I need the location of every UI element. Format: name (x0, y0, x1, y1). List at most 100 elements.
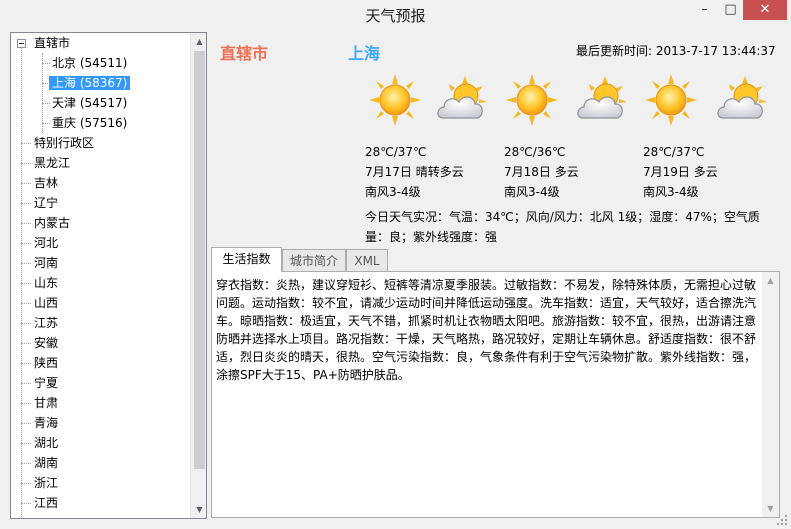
forecast-temp: 28℃/36℃ (504, 145, 566, 159)
tree-node-city[interactable]: 重庆 (57516) (49, 113, 130, 133)
tree-node-label: 天津 (54517) (52, 96, 128, 110)
tree-node-label: 青海 (34, 416, 59, 430)
tree-node-label: 安徽 (34, 336, 59, 350)
tab-city-intro[interactable]: 城市简介 (282, 249, 346, 271)
update-time: 最后更新时间: 2013-7-17 13:44:37 (576, 44, 776, 58)
tree-node-city[interactable]: 北京 (54511) (49, 53, 130, 73)
maximize-icon: □ (724, 2, 737, 17)
forecast-wind: 南风3-4级 (643, 185, 699, 199)
tree-node-province[interactable]: 辽宁 (31, 193, 61, 213)
forecast-temp: 28℃/37℃ (643, 145, 705, 159)
tree-node-province[interactable]: 陕西 (31, 353, 61, 373)
tree-node-province[interactable]: 江苏 (31, 313, 61, 333)
minimize-button[interactable]: – (691, 0, 718, 20)
tree-node-label: 湖南 (34, 456, 59, 470)
tree-node-label: 江西 (34, 496, 59, 510)
tree-node-province[interactable]: 河北 (31, 233, 61, 253)
tree-node-label: 重庆 (57516) (52, 116, 128, 130)
tree-node-label: 甘肃 (34, 396, 59, 410)
tree-node-label: 吉林 (34, 176, 59, 190)
close-icon: ✕ (759, 2, 771, 17)
tree-node-label: 黑龙江 (34, 156, 71, 170)
tree-line (21, 323, 31, 324)
forecast-day: 28℃/37℃ 7月19日 多云 南风3-4级 (643, 142, 718, 202)
tree-node-label: 浙江 (34, 476, 59, 490)
tree-node-province[interactable]: 黑龙江 (31, 153, 73, 173)
tree-line (21, 303, 31, 304)
life-index-text: 穿衣指数：炎热，建议穿短衫、短裤等清凉夏季服装。过敏指数：不易发，除特殊体质，无… (216, 278, 757, 382)
tree-line (21, 47, 22, 517)
tree-node-province[interactable]: 江西 (31, 493, 61, 513)
tree-node-label: 河北 (34, 236, 59, 250)
tree-node-province[interactable]: 湖北 (31, 433, 61, 453)
scroll-up-icon[interactable]: ▲ (762, 272, 779, 289)
close-button[interactable]: ✕ (743, 0, 787, 20)
tree-node-label: 直辖市 (34, 36, 71, 50)
tree-node-label: 山东 (34, 276, 59, 290)
cloudy-icon (573, 72, 629, 128)
tree-node-province[interactable]: 吉林 (31, 173, 61, 193)
tree-node-province[interactable]: 特别行政区 (31, 133, 97, 153)
tree-node-province[interactable]: 内蒙古 (31, 213, 73, 233)
region-tree[interactable]: 直辖市 北京 (54511) 上海 (58367) 天津 (54517) 重庆 (57… (10, 32, 207, 519)
tree-line (21, 163, 31, 164)
tree-line (21, 183, 31, 184)
tree-node-label: 特别行政区 (34, 136, 95, 150)
tree-node-province[interactable]: 宁夏 (31, 373, 61, 393)
tree-line (21, 263, 31, 264)
tree-line (21, 403, 31, 404)
region-title: 直辖市 (220, 44, 269, 63)
tree-node-province[interactable]: 安徽 (31, 333, 61, 353)
forecast-date: 7月19日 多云 (643, 165, 718, 179)
content-scrollbar[interactable]: ▲ ▼ (762, 272, 779, 517)
tree-line (21, 223, 31, 224)
scroll-up-icon[interactable]: ▲ (191, 33, 206, 50)
cloudy-icon (433, 72, 489, 128)
city-title: 上海 (348, 44, 381, 63)
tab-life-index[interactable]: 生活指数 (211, 247, 282, 272)
forecast-date: 7月18日 多云 (504, 165, 579, 179)
forecast-temp: 28℃/37℃ (365, 145, 427, 159)
tree-line (21, 243, 31, 244)
today-weather: 今日天气实况：气温：34℃；风向/风力：北风 1级；湿度：47%；空气质量：良；… (365, 210, 760, 244)
tree-node-province[interactable]: 浙江 (31, 473, 61, 493)
sun-icon (504, 72, 560, 128)
resize-grip-icon[interactable] (776, 514, 788, 526)
minimize-icon: – (701, 2, 708, 17)
tree-line (21, 143, 31, 144)
tree-line (21, 203, 31, 204)
title-bar: 天气预报 – □ ✕ (0, 0, 791, 31)
tree-node-province[interactable]: 山东 (31, 273, 61, 293)
tree-node-label: 辽宁 (34, 196, 59, 210)
tree-node-label: 北京 (54511) (52, 56, 128, 70)
tree-node-label: 湖北 (34, 436, 59, 450)
tree-line (21, 343, 31, 344)
forecast-wind: 南风3-4级 (365, 185, 421, 199)
tree-node-province[interactable]: 湖南 (31, 453, 61, 473)
sun-icon (643, 72, 699, 128)
tree-node-province[interactable]: 甘肃 (31, 393, 61, 413)
cloudy-icon (713, 72, 769, 128)
tree-node-label: 内蒙古 (34, 216, 71, 230)
tree-node-label: 河南 (34, 256, 59, 270)
tree-scroll-thumb[interactable] (194, 51, 205, 469)
collapse-icon[interactable] (17, 39, 26, 48)
tree-line (21, 443, 31, 444)
maximize-button[interactable]: □ (718, 0, 743, 20)
tree-node-province[interactable]: 河南 (31, 253, 61, 273)
tree-node-city[interactable]: 天津 (54517) (49, 93, 130, 113)
tree-node-city[interactable]: 上海 (58367) (49, 73, 131, 93)
tree-line (21, 503, 31, 504)
tree-node-province[interactable]: 山西 (31, 293, 61, 313)
sun-icon (367, 72, 423, 128)
life-index-panel[interactable]: 穿衣指数：炎热，建议穿短衫、短裤等清凉夏季服装。过敏指数：不易发，除特殊体质，无… (211, 271, 780, 518)
forecast-date: 7月17日 晴转多云 (365, 165, 464, 179)
tree-node-label: 山西 (34, 296, 59, 310)
scroll-down-icon[interactable]: ▼ (191, 501, 206, 518)
tree-scrollbar[interactable]: ▲ ▼ (190, 33, 206, 518)
tree-line (21, 463, 31, 464)
tree-node-province[interactable]: 青海 (31, 413, 61, 433)
tree-node-label: 陕西 (34, 356, 59, 370)
tab-xml[interactable]: XML (346, 249, 388, 271)
tree-node-label: 宁夏 (34, 376, 59, 390)
